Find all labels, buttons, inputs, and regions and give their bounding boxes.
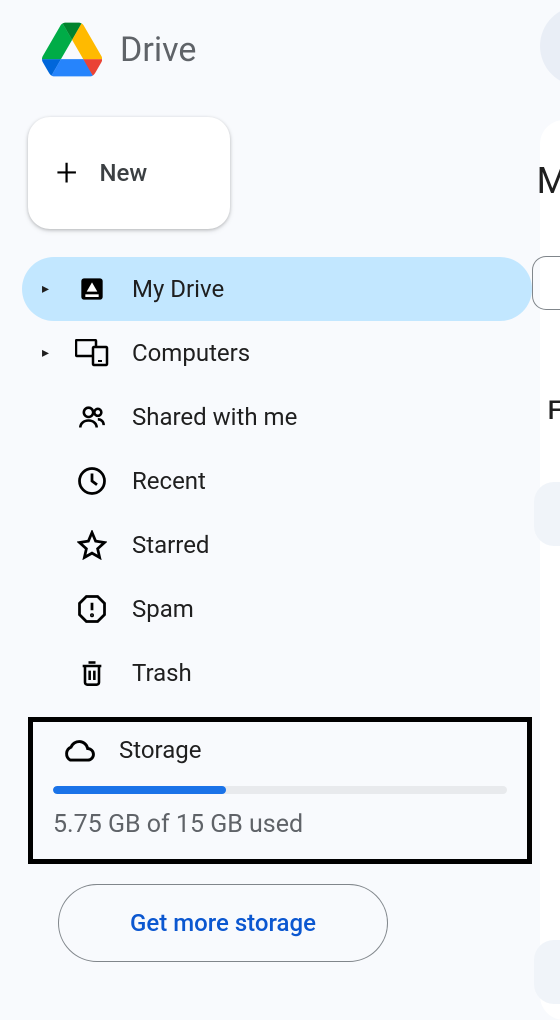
storage-usage-text: 5.75 GB of 15 GB used [53,810,507,839]
peek-heading-1: M [537,160,560,202]
new-button[interactable]: + New [28,117,230,229]
sidebar-item-storage[interactable]: Storage [53,736,507,764]
get-storage-label: Get more storage [130,909,316,937]
computers-icon [74,339,110,367]
peek-chip[interactable] [532,256,560,310]
sidebar-item-spam[interactable]: Spam [22,577,532,641]
shared-icon [74,403,110,431]
sidebar-item-my-drive[interactable]: ▸ My Drive [22,257,532,321]
trash-icon [74,658,110,688]
my-drive-icon [74,273,110,305]
storage-progress-bar [53,786,507,794]
nav-label: Shared with me [132,403,297,431]
nav-label: Recent [132,467,206,495]
peek-heading-2: F [548,396,560,426]
sidebar-item-recent[interactable]: Recent [22,449,532,513]
expand-arrow-icon: ▸ [42,345,52,361]
storage-label: Storage [119,736,201,764]
storage-progress-fill [53,786,226,794]
new-button-label: New [99,159,147,187]
main-content-panel [540,120,560,1020]
app-header: Drive [0,0,560,99]
peek-card-1[interactable] [534,482,560,546]
search-bubble[interactable] [540,6,560,86]
drive-logo-icon [42,22,102,77]
expand-arrow-icon: ▸ [42,281,52,297]
starred-icon [74,530,110,560]
nav-label: Starred [132,531,209,559]
right-panel-peek: M F [520,0,560,1020]
storage-section: Storage 5.75 GB of 15 GB used [28,717,532,864]
nav-label: My Drive [132,275,224,303]
plus-icon: + [56,151,77,195]
nav-label: Trash [132,659,192,687]
peek-card-2[interactable] [534,940,560,1004]
sidebar-item-trash[interactable]: Trash [22,641,532,705]
spam-icon [74,594,110,624]
sidebar-item-starred[interactable]: Starred [22,513,532,577]
cloud-icon [61,737,97,763]
get-storage-button[interactable]: Get more storage [58,884,388,962]
nav-label: Computers [132,339,250,367]
sidebar-item-computers[interactable]: ▸ Computers [22,321,532,385]
sidebar-nav: ▸ My Drive ▸ Computers Shared with me Re… [0,257,560,705]
app-title: Drive [120,30,196,70]
nav-label: Spam [132,595,194,623]
sidebar-item-shared[interactable]: Shared with me [22,385,532,449]
recent-icon [74,466,110,496]
